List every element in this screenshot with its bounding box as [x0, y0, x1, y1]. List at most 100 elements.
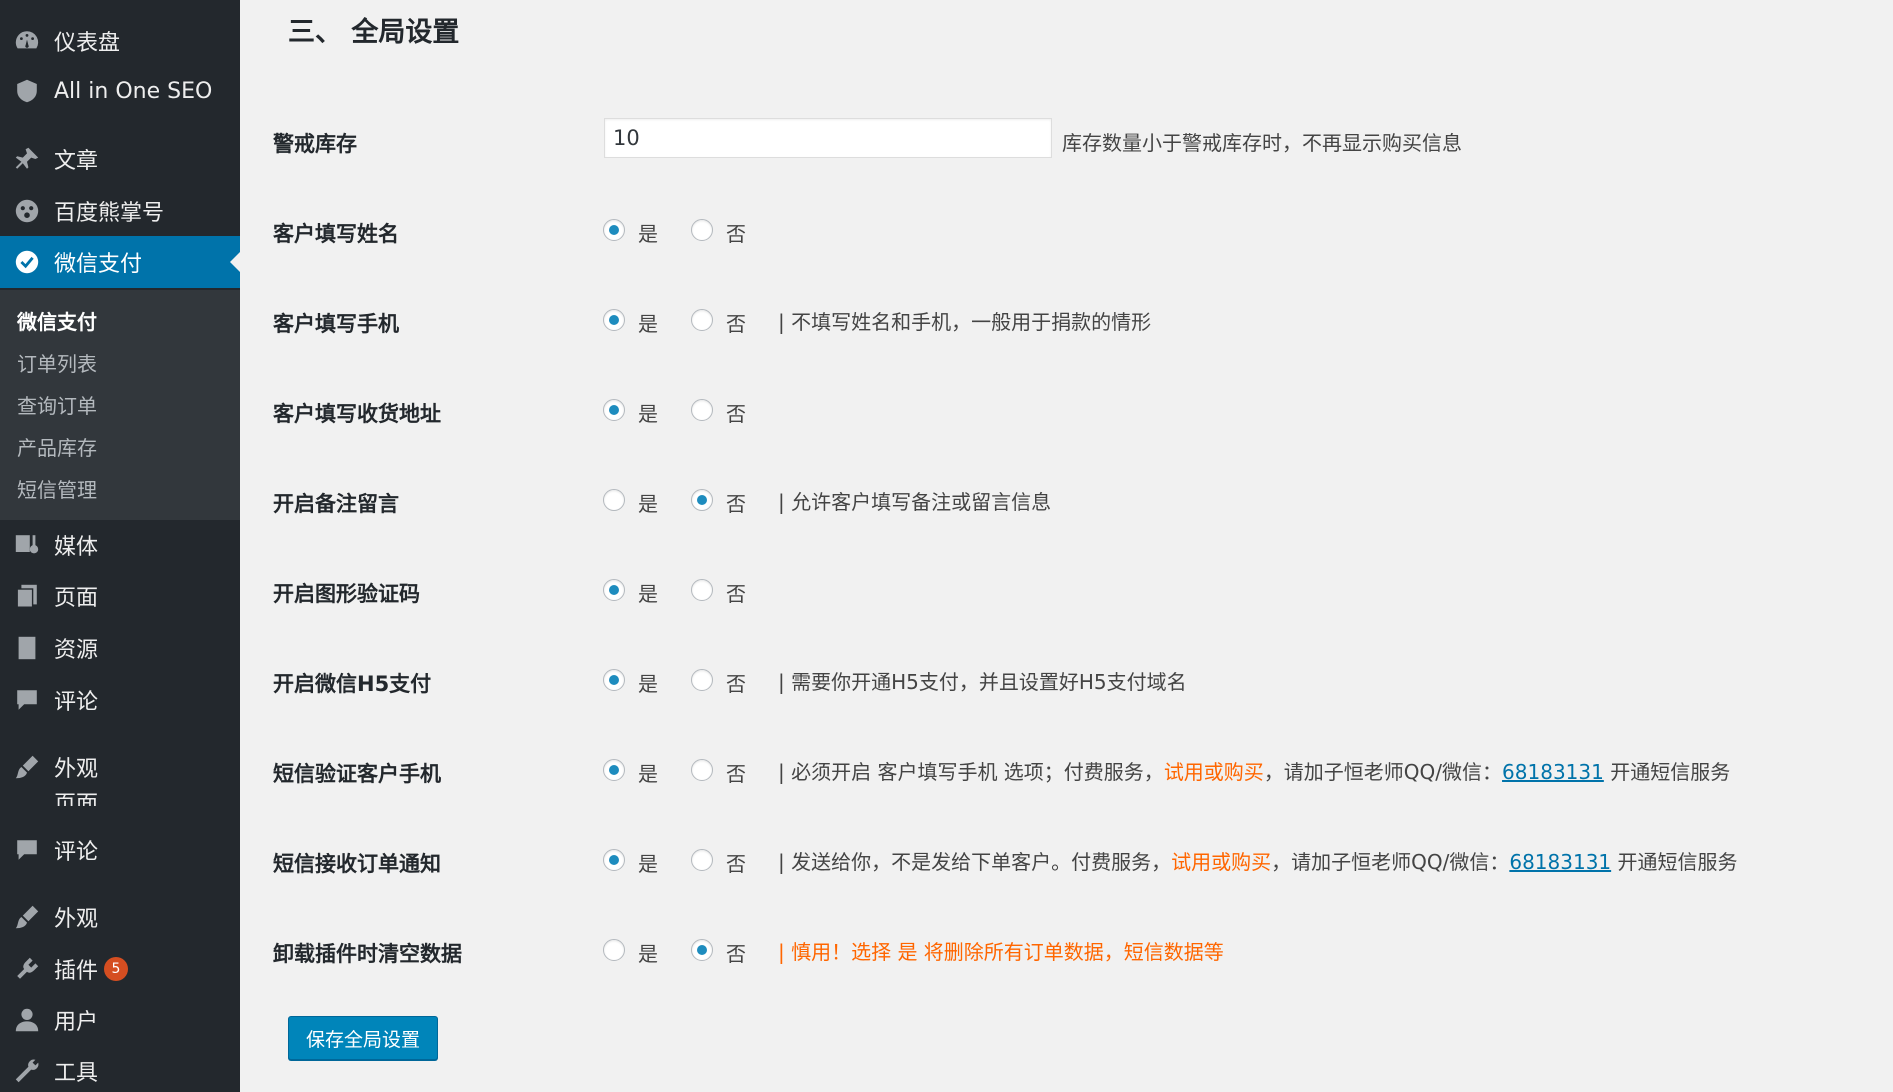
sidebar-item-label: 用户 — [54, 1010, 99, 1035]
sidebar-item-xiongzhang[interactable]: 百度熊掌号 — [0, 186, 240, 236]
submenu-item-query-order[interactable]: 查询订单 — [17, 390, 97, 419]
media-icon — [12, 530, 42, 560]
sidebar-item-label: 媒体 — [54, 535, 99, 560]
sidebar-item-wechat-pay[interactable]: 微信支付 — [0, 236, 240, 288]
customer-phone-yes-radio[interactable] — [603, 309, 625, 331]
no-label: 否 — [726, 942, 746, 966]
book-icon — [12, 633, 42, 663]
sidebar-item-users[interactable]: 用户 — [0, 995, 240, 1045]
sms-verify-no-radio[interactable] — [691, 759, 713, 781]
sms-verify-help-text: | 必须开启 客户填写手机 选项；付费服务， — [778, 760, 1164, 784]
sms-notify-yes-radio[interactable] — [603, 849, 625, 871]
remarks-help: | 允许客户填写备注或留言信息 — [778, 490, 1052, 514]
sidebar-item-pages-partial[interactable]: 页面 — [0, 778, 240, 806]
sidebar-item-label: 微信支付 — [54, 252, 143, 277]
sidebar-item-tools[interactable]: 工具 — [0, 1046, 240, 1092]
yes-label: 是 — [638, 582, 658, 606]
sms-notify-contact-text: ，请加子恒老师QQ/微信： — [1271, 850, 1510, 874]
active-indicator-arrow — [230, 252, 240, 272]
yes-label: 是 — [638, 852, 658, 876]
sidebar-item-plugins[interactable]: 插件 5 — [0, 944, 240, 994]
submenu-item-product-stock[interactable]: 产品库存 — [17, 432, 97, 461]
uninstall-clear-yes-radio[interactable] — [603, 939, 625, 961]
page-title: 三、 全局设置 — [288, 17, 460, 48]
sidebar-item-resources[interactable]: 资源 — [0, 623, 240, 673]
shield-icon — [12, 76, 42, 106]
h5-pay-yes-radio[interactable] — [603, 669, 625, 691]
yes-label: 是 — [638, 492, 658, 516]
sidebar-item-label: 仪表盘 — [54, 31, 121, 56]
customer-name-yes-radio[interactable] — [603, 219, 625, 241]
sidebar-item-appearance-2[interactable]: 外观 — [0, 892, 240, 942]
setting-label-customer-phone: 客户填写手机 — [273, 312, 399, 336]
setting-label-h5-pay: 开启微信H5支付 — [273, 672, 432, 696]
page-icon — [12, 778, 42, 806]
contact-qq-link[interactable]: 68183131 — [1509, 850, 1611, 874]
no-label: 否 — [726, 582, 746, 606]
yes-label: 是 — [638, 402, 658, 426]
no-label: 否 — [726, 222, 746, 246]
no-label: 否 — [726, 672, 746, 696]
sms-notify-no-radio[interactable] — [691, 849, 713, 871]
customer-name-no-radio[interactable] — [691, 219, 713, 241]
sms-verify-yes-radio[interactable] — [603, 759, 625, 781]
yes-label: 是 — [638, 942, 658, 966]
page-icon — [12, 581, 42, 611]
paw-icon — [12, 196, 42, 226]
main-content: 三、 全局设置 警戒库存 库存数量小于警戒库存时，不再显示购买信息 客户填写姓名… — [240, 0, 1893, 1092]
sms-notify-help-text: | 发送给你，不是发给下单客户。付费服务， — [778, 850, 1172, 874]
customer-address-no-radio[interactable] — [691, 399, 713, 421]
remarks-no-radio[interactable] — [691, 489, 713, 511]
customer-phone-no-radio[interactable] — [691, 309, 713, 331]
setting-label-uninstall-clear: 卸载插件时清空数据 — [273, 942, 462, 966]
sidebar-item-label: 评论 — [54, 690, 99, 715]
sidebar-item-pages[interactable]: 页面 — [0, 571, 240, 621]
uninstall-warning: | 慎用！选择 是 将删除所有订单数据，短信数据等 — [778, 940, 1224, 964]
submenu-item-sms-manage[interactable]: 短信管理 — [17, 474, 97, 503]
sidebar-item-posts[interactable]: 文章 — [0, 134, 240, 184]
sidebar-item-label: All in One SEO — [54, 78, 213, 104]
captcha-no-radio[interactable] — [691, 579, 713, 601]
submenu-item-order-list[interactable]: 订单列表 — [17, 348, 97, 377]
sms-verify-trial-text: 试用或购买 — [1163, 760, 1264, 784]
pin-icon — [12, 144, 42, 174]
remarks-yes-radio[interactable] — [603, 489, 625, 511]
sidebar-item-label: 工具 — [54, 1061, 99, 1086]
alert-stock-input[interactable] — [604, 118, 1052, 158]
captcha-yes-radio[interactable] — [603, 579, 625, 601]
h5-pay-help: | 需要你开通H5支付，并且设置好H5支付域名 — [778, 670, 1187, 694]
sidebar-item-comments-2[interactable]: 评论 — [0, 825, 240, 875]
plugin-update-badge: 5 — [104, 957, 129, 981]
sidebar-item-label: 评论 — [54, 840, 99, 865]
setting-label-customer-address: 客户填写收货地址 — [273, 402, 441, 426]
yes-label: 是 — [638, 762, 658, 786]
sms-verify-help: | 必须开启 客户填写手机 选项；付费服务，试用或购买，请加子恒老师QQ/微信：… — [778, 756, 1730, 785]
setting-label-customer-name: 客户填写姓名 — [273, 222, 399, 246]
customer-phone-help: | 不填写姓名和手机，一般用于捐款的情形 — [778, 310, 1152, 334]
setting-label-remarks: 开启备注留言 — [273, 492, 399, 516]
sidebar-item-aioseo[interactable]: All in One SEO — [0, 66, 240, 116]
comment-icon — [12, 685, 42, 715]
sidebar-item-label: 页面 — [54, 586, 99, 611]
brush-icon — [12, 902, 42, 932]
sms-notify-help: | 发送给你，不是发给下单客户。付费服务，试用或购买，请加子恒老师QQ/微信：6… — [778, 846, 1738, 875]
save-global-settings-button[interactable]: 保存全局设置 — [288, 1016, 438, 1060]
no-label: 否 — [726, 852, 746, 876]
yes-label: 是 — [638, 672, 658, 696]
admin-sidebar: 仪表盘 All in One SEO 文章 百度熊掌号 微信支付 微信支付 订单… — [0, 0, 240, 1092]
sidebar-item-comments[interactable]: 评论 — [0, 675, 240, 725]
h5-pay-no-radio[interactable] — [691, 669, 713, 691]
setting-label-captcha: 开启图形验证码 — [273, 582, 420, 606]
sms-verify-service-text: 开通短信服务 — [1603, 760, 1731, 784]
customer-address-yes-radio[interactable] — [603, 399, 625, 421]
sms-notify-service-text: 开通短信服务 — [1611, 850, 1738, 874]
sidebar-item-media[interactable]: 媒体 — [0, 520, 240, 570]
no-label: 否 — [726, 762, 746, 786]
sms-notify-trial-text: 试用或购买 — [1171, 850, 1272, 874]
uninstall-clear-no-radio[interactable] — [691, 939, 713, 961]
no-label: 否 — [726, 312, 746, 336]
sidebar-item-label: 页面 — [54, 792, 99, 806]
sidebar-item-dashboard[interactable]: 仪表盘 — [0, 16, 240, 66]
contact-qq-link[interactable]: 68183131 — [1502, 760, 1604, 784]
submenu-item-wechat-pay[interactable]: 微信支付 — [17, 306, 97, 335]
